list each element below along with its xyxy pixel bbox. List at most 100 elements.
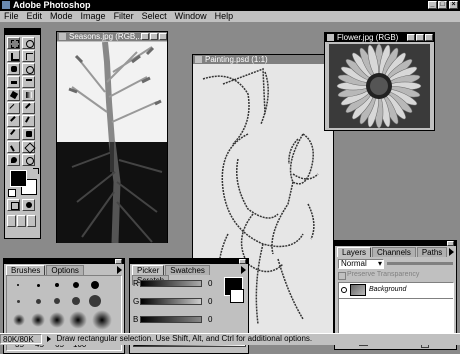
close-button[interactable]: × bbox=[449, 1, 458, 9]
flower-close-button[interactable] bbox=[425, 34, 433, 41]
standard-mode-icon[interactable] bbox=[7, 199, 20, 211]
picker-menu-arrow-icon[interactable] bbox=[241, 266, 246, 274]
picker-close-button[interactable] bbox=[239, 259, 246, 264]
brush-7[interactable] bbox=[36, 299, 41, 304]
channel-r-value[interactable]: 0 bbox=[208, 279, 212, 288]
brush-14[interactable] bbox=[69, 311, 87, 329]
pen-tool-icon[interactable] bbox=[22, 141, 36, 154]
menu-help[interactable]: Help bbox=[215, 11, 234, 21]
window-control-icon[interactable] bbox=[59, 33, 66, 40]
brush-9[interactable] bbox=[72, 297, 80, 305]
type-tool-icon[interactable] bbox=[22, 76, 35, 88]
menu-select[interactable]: Select bbox=[142, 11, 167, 21]
brush-3[interactable] bbox=[55, 283, 59, 287]
brush-8[interactable] bbox=[54, 298, 60, 304]
window-control-icon[interactable] bbox=[327, 34, 334, 41]
layers-palette-title-bar[interactable] bbox=[335, 241, 456, 246]
flower-minimize-button[interactable] bbox=[407, 34, 415, 41]
tab-options[interactable]: Options bbox=[46, 265, 84, 275]
status-arrow-icon[interactable] bbox=[47, 336, 52, 342]
paintbrush-tool-icon[interactable] bbox=[7, 128, 20, 140]
rubber-stamp-tool-icon[interactable] bbox=[22, 128, 35, 140]
picker-palette-title-bar[interactable] bbox=[130, 259, 248, 264]
minimize-button[interactable]: _ bbox=[428, 1, 437, 9]
eyedropper-tool-icon[interactable] bbox=[22, 102, 35, 114]
brush-11[interactable] bbox=[13, 314, 25, 326]
tab-channels[interactable]: Channels bbox=[372, 247, 416, 257]
tab-layers[interactable]: Layers bbox=[337, 247, 372, 257]
preserve-transparency-checkbox[interactable] bbox=[338, 272, 346, 280]
layer-row-background[interactable]: Background bbox=[339, 283, 453, 299]
menu-filter[interactable]: Filter bbox=[114, 11, 134, 21]
airbrush-tool-icon[interactable] bbox=[22, 115, 35, 127]
flower-maximize-button[interactable] bbox=[416, 34, 424, 41]
channel-g-slider[interactable] bbox=[140, 298, 202, 305]
hand-tool-icon[interactable] bbox=[7, 63, 20, 75]
window-control-icon[interactable] bbox=[195, 56, 202, 63]
tab-picker[interactable]: Picker bbox=[132, 265, 165, 275]
screen-mode-full-icon[interactable] bbox=[27, 215, 36, 227]
pencil-tool-icon[interactable] bbox=[7, 115, 20, 127]
doc-size-indicator[interactable]: 80K/80K bbox=[0, 334, 42, 344]
marquee-tool-icon[interactable] bbox=[7, 37, 20, 49]
flower-title-bar[interactable]: Flower.jpg (RGB) bbox=[325, 33, 434, 42]
channel-g-value[interactable]: 0 bbox=[208, 297, 212, 306]
move-tool-icon[interactable] bbox=[22, 50, 35, 62]
foreground-color-swatch[interactable] bbox=[10, 170, 27, 187]
brushes-close-button[interactable] bbox=[115, 259, 122, 264]
toolbox-title-bar[interactable] bbox=[5, 29, 40, 35]
maximize-button[interactable]: □ bbox=[438, 1, 447, 9]
screen-mode-standard-icon[interactable] bbox=[7, 215, 16, 227]
paint-bucket-tool-icon[interactable] bbox=[7, 89, 20, 101]
blend-mode-select[interactable]: Normal ▾ bbox=[338, 259, 384, 269]
opacity-slider[interactable] bbox=[387, 262, 453, 265]
blur-tool-icon[interactable] bbox=[7, 154, 20, 166]
screen-mode-full-menu-icon[interactable] bbox=[17, 215, 26, 227]
brush-13[interactable] bbox=[49, 312, 65, 328]
flower-image[interactable] bbox=[329, 44, 430, 128]
brush-4[interactable] bbox=[73, 282, 79, 288]
layers-close-button[interactable] bbox=[447, 241, 454, 246]
eraser-tool-icon[interactable] bbox=[7, 76, 20, 88]
seasons-image[interactable] bbox=[57, 42, 167, 243]
brush-12[interactable] bbox=[31, 313, 45, 327]
brush-5[interactable] bbox=[91, 281, 99, 289]
line-tool-icon[interactable] bbox=[7, 102, 20, 114]
crop-tool-icon[interactable] bbox=[7, 50, 20, 62]
zoom-tool-icon[interactable] bbox=[22, 63, 35, 75]
eye-visibility-icon[interactable] bbox=[341, 287, 347, 293]
default-colors-icon[interactable] bbox=[8, 189, 16, 197]
painting-title-bar[interactable]: Painting.psd (1:1) bbox=[193, 55, 333, 64]
smudge-tool-icon[interactable] bbox=[7, 141, 20, 153]
brush-10[interactable] bbox=[89, 295, 101, 307]
menu-window[interactable]: Window bbox=[175, 11, 207, 21]
tab-brushes[interactable]: Brushes bbox=[6, 265, 46, 275]
seasons-minimize-button[interactable] bbox=[141, 33, 149, 40]
channel-b-slider[interactable] bbox=[140, 316, 202, 323]
brush-6[interactable] bbox=[17, 300, 20, 303]
seasons-title-bar[interactable]: Seasons.jpg (RGB,... bbox=[57, 32, 167, 41]
menu-mode[interactable]: Mode bbox=[50, 11, 73, 21]
brush-1[interactable] bbox=[17, 284, 19, 286]
brush-15[interactable] bbox=[92, 310, 112, 330]
layers-menu-arrow-icon[interactable] bbox=[449, 248, 454, 256]
brush-2[interactable] bbox=[37, 284, 40, 287]
menu-file[interactable]: File bbox=[4, 11, 19, 21]
tab-paths[interactable]: Paths bbox=[416, 247, 448, 257]
menu-image[interactable]: Image bbox=[81, 11, 106, 21]
swap-colors-icon[interactable] bbox=[33, 168, 39, 174]
brushes-palette-title-bar[interactable] bbox=[4, 259, 124, 264]
lasso-tool-icon[interactable] bbox=[22, 37, 35, 49]
picker-background-swatch[interactable] bbox=[230, 289, 244, 303]
seasons-maximize-button[interactable] bbox=[150, 33, 158, 40]
layer-name[interactable]: Background bbox=[369, 286, 406, 293]
dodge-tool-icon[interactable] bbox=[22, 154, 35, 166]
channel-r-slider[interactable] bbox=[140, 280, 202, 287]
brushes-menu-arrow-icon[interactable] bbox=[117, 266, 122, 274]
seasons-close-button[interactable] bbox=[159, 33, 167, 40]
quick-mask-icon[interactable] bbox=[22, 199, 35, 211]
gradient-tool-icon[interactable] bbox=[22, 89, 35, 101]
channel-b-value[interactable]: 0 bbox=[208, 315, 212, 324]
menu-edit[interactable]: Edit bbox=[27, 11, 43, 21]
tab-swatches[interactable]: Swatches bbox=[165, 265, 210, 275]
